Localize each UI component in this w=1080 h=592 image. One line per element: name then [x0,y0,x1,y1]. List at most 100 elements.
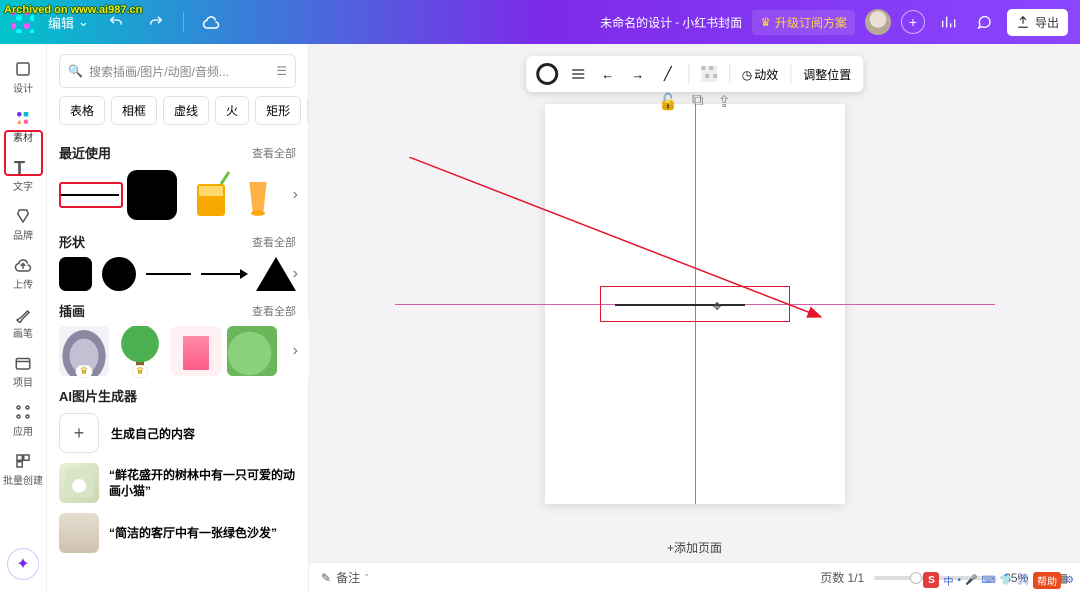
title-suffix: 小红书封面 [682,14,742,31]
filter-icon[interactable]: ☰ [276,64,287,78]
search-icon: 🔍 [68,64,83,78]
upgrade-button[interactable]: ♛ 升级订阅方案 [752,10,855,35]
line-type-button[interactable]: ╱ [654,60,682,88]
export-label: 导出 [1035,14,1059,31]
elements-panel: 🔍 搜索插画/图片/动图/音频... ☰ 表格 相框 虚线 火 矩形 › 最近使… [47,44,309,592]
rail-brand[interactable]: 品牌 [3,201,43,248]
recent-juice-1[interactable] [185,168,239,222]
page-count[interactable]: 页数 1/1 [820,569,864,586]
rail-bulk[interactable]: 批量创建 [3,446,43,493]
ai-generate-button[interactable]: + [59,413,99,453]
transparency-button[interactable] [695,60,723,88]
ime-lang-icon[interactable]: 中 [943,573,953,588]
ime-tool-icon[interactable]: 🛠 [1016,575,1029,586]
ime-mic-icon[interactable]: 🎤 [965,575,977,586]
title-prefix: 未命名的设计 [600,14,672,31]
recent-black-square[interactable] [125,168,179,222]
crown-icon: ♛ [76,365,93,378]
ai-spark-button[interactable]: ✦ [7,548,39,580]
selection-box[interactable] [600,286,790,322]
shape-triangle[interactable] [256,257,296,291]
shape-circle[interactable] [102,257,135,291]
ai-prompt-2-text: “简洁的客厅中有一张绿色沙发” [109,525,277,541]
cloud-sync-icon[interactable] [198,9,224,35]
search-placeholder: 搜索插画/图片/动图/音频... [89,63,270,80]
redo-button[interactable] [143,9,169,35]
ai-generate-label: 生成自己的内容 [111,425,195,442]
page-export-icon[interactable]: ⇪ [717,92,730,112]
add-page-button[interactable]: +添加页面 [309,527,1080,562]
section-shapes-title: 形状 [59,232,85,251]
chevron-down-icon: ⌄ [78,14,89,30]
ime-settings-icon[interactable]: ⚙ [1065,575,1074,586]
rail-design[interactable]: 设计 [3,54,43,101]
illus-drink[interactable] [171,326,221,376]
document-title[interactable]: 未命名的设计 - 小红书封面 [600,14,742,31]
chip-fire[interactable]: 火 [215,96,249,125]
ime-keyboard-icon[interactable]: ⌨ [981,575,995,586]
line-color-button[interactable] [532,60,562,88]
notes-button[interactable]: ✎ 备注 ˆ [321,569,368,586]
ime-logo-icon[interactable]: S [923,572,939,588]
section-shapes-more[interactable]: 查看全部 [252,234,296,250]
category-chips: 表格 相框 虚线 火 矩形 › [47,96,308,133]
analytics-button[interactable] [935,9,961,35]
ime-punct-icon[interactable]: • [957,575,961,586]
line-end-button[interactable]: → [624,60,652,88]
section-ai-title: AI图片生成器 [59,386,137,405]
illus-next[interactable]: › [293,342,298,360]
search-input[interactable]: 🔍 搜索插画/图片/动图/音频... ☰ [59,54,296,88]
section-illus-more[interactable]: 查看全部 [252,303,296,319]
watermark: Archived on www.ai987.cn [4,4,142,16]
ai-prompt-2[interactable]: “简洁的客厅中有一张绿色沙发” [59,513,296,553]
ai-prompt-1[interactable]: “鲜花盛开的树林中有一只可爱的动画小猫” [59,463,296,503]
comment-button[interactable] [971,9,997,35]
chevron-up-icon: ˆ [365,573,368,583]
recent-next[interactable]: › [293,186,298,204]
recent-line-element[interactable] [59,182,119,208]
rail-draw[interactable]: 画笔 [3,299,43,346]
move-cursor-icon: ✥ [713,300,722,313]
rail-apps[interactable]: 应用 [3,397,43,444]
effects-button[interactable]: ◷动效 [736,66,785,83]
user-avatar[interactable] [865,9,891,35]
line-weight-button[interactable] [564,60,592,88]
left-rail: 设计 素材 T文字 品牌 上传 画笔 项目 应用 批量创建 ✦ [0,44,47,592]
duplicate-page-icon[interactable]: ⧉ [692,92,703,112]
chip-table[interactable]: 表格 [59,96,105,125]
illus-mango[interactable] [227,326,277,376]
section-illus-title: 插画 [59,301,85,320]
export-button[interactable]: 导出 [1007,9,1068,36]
ime-toolbar: S 中 • 🎤 ⌨ 👕 🛠 帮助 ⚙ [923,570,1074,590]
add-collaborator-button[interactable]: + [901,10,925,34]
shape-line[interactable] [146,273,191,275]
section-recent-more[interactable]: 查看全部 [252,145,296,161]
shape-square[interactable] [59,257,92,291]
ai-prompt-1-text: “鲜花盛开的树林中有一只可爱的动画小猫” [109,467,296,499]
canvas-page[interactable]: ✥ [545,104,845,504]
shape-arrow[interactable] [201,273,246,275]
chip-frame[interactable]: 相框 [111,96,157,125]
rail-text[interactable]: T文字 [3,152,43,199]
position-button[interactable]: 调整位置 [797,66,857,83]
notes-icon: ✎ [321,571,331,585]
title-separator: - [675,15,679,29]
recent-juice-2[interactable] [245,168,271,222]
rail-upload[interactable]: 上传 [3,250,43,297]
chip-dashed[interactable]: 虚线 [163,96,209,125]
chip-rect[interactable]: 矩形 [255,96,301,125]
ime-skin-icon[interactable]: 👕 [1000,575,1012,586]
page-tools: 🔓 ⧉ ⇪ [658,92,731,112]
ime-help-button[interactable]: 帮助 [1033,572,1061,589]
upgrade-label: 升级订阅方案 [775,14,847,31]
shapes-next[interactable]: › [293,265,298,283]
section-recent-title: 最近使用 [59,143,111,162]
lock-icon[interactable]: 🔓 [658,92,678,112]
crown-icon: ♛ [760,15,771,29]
line-start-button[interactable]: ← [594,60,622,88]
rail-project[interactable]: 项目 [3,348,43,395]
color-swatch-icon [536,63,558,85]
chips-next[interactable]: › [307,96,308,125]
crown-icon: ♛ [132,365,149,378]
rail-elements[interactable]: 素材 [3,103,43,150]
